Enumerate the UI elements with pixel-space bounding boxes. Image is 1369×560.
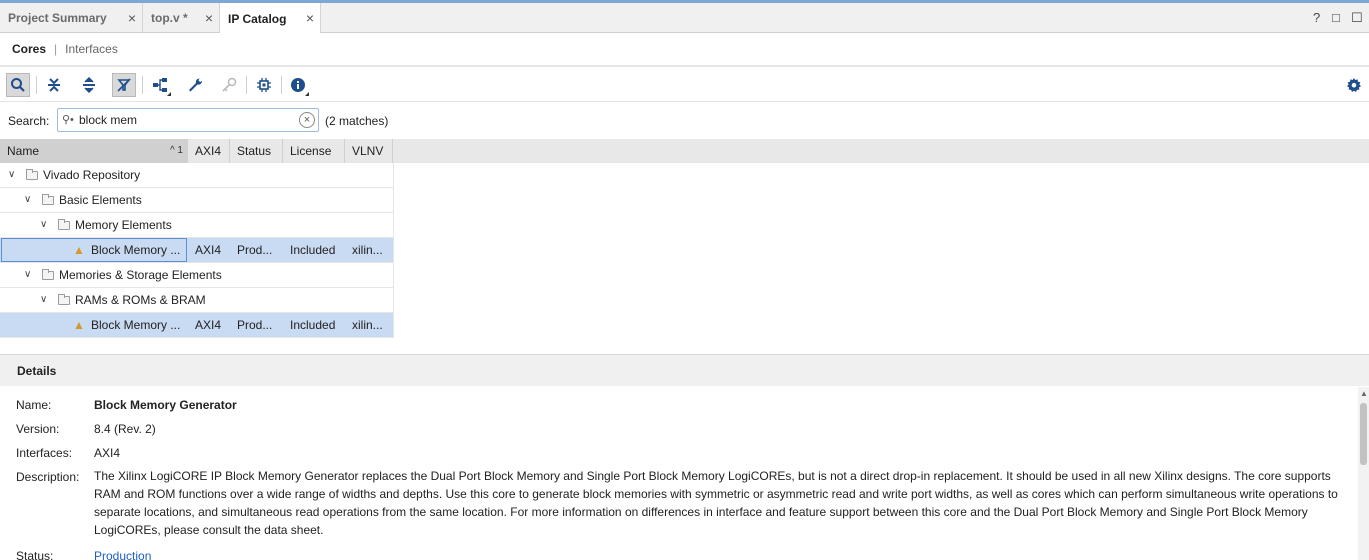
key-icon[interactable] <box>217 73 241 97</box>
editor-tab-bar: Project Summary × top.v * × IP Catalog ×… <box>0 0 1369 34</box>
chevron-down-icon[interactable]: ∨ <box>40 288 47 312</box>
ip-core-icon: ▲ <box>73 243 85 257</box>
tree-label: Memory Elements <box>75 218 172 232</box>
ip-license: Included <box>290 318 336 332</box>
description-value: The Xilinx LogiCORE IP Block Memory Gene… <box>94 469 1338 537</box>
clear-search-icon[interactable]: × <box>299 112 315 128</box>
column-label: Name <box>7 144 40 158</box>
chevron-down-icon[interactable]: ∨ <box>8 163 15 187</box>
tree-row-rams-roms-bram[interactable]: ∨ RAMs & ROMs & BRAM <box>0 288 393 313</box>
folder-icon <box>42 269 54 280</box>
search-input[interactable] <box>79 112 294 128</box>
folder-icon <box>42 194 54 205</box>
column-header-name[interactable]: Name ^ 1 <box>0 139 188 163</box>
table-row[interactable]: ▲ Block Memory ... AXI4 Prod... Included… <box>0 313 393 338</box>
close-icon[interactable]: × <box>205 10 213 26</box>
ip-axi4: AXI4 <box>195 243 222 257</box>
hierarchy-icon[interactable] <box>148 73 172 97</box>
subtab-interfaces[interactable]: Interfaces <box>65 42 118 56</box>
interfaces-label: Interfaces: <box>16 446 73 460</box>
description-label: Description: <box>16 470 80 484</box>
restore-icon[interactable]: □ <box>1332 10 1340 25</box>
folder-icon <box>26 169 38 180</box>
ip-name: Block Memory ... <box>91 318 181 332</box>
tree-row-memory-elements[interactable]: ∨ Memory Elements <box>0 213 393 238</box>
wrench-icon[interactable] <box>183 73 207 97</box>
ip-status: Prod... <box>237 243 273 257</box>
name-label: Name: <box>16 398 52 412</box>
toolbar-separator <box>142 76 143 94</box>
maximize-icon[interactable]: ☐ <box>1351 10 1363 26</box>
tab-project-summary[interactable]: Project Summary × <box>0 3 143 33</box>
search-field[interactable]: ⚲• × <box>57 108 319 132</box>
interfaces-value: AXI4 <box>94 446 121 460</box>
status-link[interactable]: Production <box>94 549 151 560</box>
tree-label: Vivado Repository <box>43 168 141 182</box>
ip-name: Block Memory ... <box>91 243 181 257</box>
toolbar-separator <box>246 76 247 94</box>
ip-status: Prod... <box>237 318 273 332</box>
subtab-cores[interactable]: Cores <box>12 42 46 56</box>
toolbar-separator <box>36 76 37 94</box>
expand-all-icon[interactable] <box>77 73 101 97</box>
ip-vlnv: xilin... <box>352 318 383 332</box>
table-header: Name ^ 1 AXI4 Status License VLNV <box>0 139 1369 163</box>
collapse-all-icon[interactable] <box>42 73 66 97</box>
ip-axi4: AXI4 <box>195 318 222 332</box>
ip-core-icon: ▲ <box>73 318 85 332</box>
search-icon[interactable] <box>6 73 30 97</box>
version-label: Version: <box>16 422 60 436</box>
tree-row-basic-elements[interactable]: ∨ Basic Elements <box>0 188 393 213</box>
tab-label: Project Summary <box>8 11 107 25</box>
close-icon[interactable]: × <box>306 10 314 26</box>
version-value: 8.4 (Rev. 2) <box>94 422 156 436</box>
help-icon[interactable]: ? <box>1313 10 1320 25</box>
details-title: Details <box>17 364 57 378</box>
filter-icon[interactable] <box>112 73 136 97</box>
tree-label: Basic Elements <box>59 193 142 207</box>
tree-row-vivado-repository[interactable]: ∨ Vivado Repository <box>0 163 393 188</box>
tree-label: RAMs & ROMs & BRAM <box>75 293 206 307</box>
toolbar-separator <box>281 76 282 94</box>
details-scrollbar[interactable]: ▲ <box>1358 387 1369 560</box>
subtab-separator: | <box>54 42 58 56</box>
column-header-vlnv[interactable]: VLNV <box>345 139 393 163</box>
tab-label: top.v * <box>151 11 188 25</box>
match-count: (2 matches) <box>325 114 389 128</box>
folder-icon <box>58 294 70 305</box>
sort-ascending-icon: ^ 1 <box>169 145 183 156</box>
chevron-down-icon[interactable]: ∨ <box>24 188 31 212</box>
search-label: Search: <box>8 114 50 128</box>
column-header-status[interactable]: Status <box>230 139 283 163</box>
gear-icon[interactable] <box>1342 73 1366 97</box>
chip-icon[interactable] <box>252 73 276 97</box>
search-row: Search: ⚲• × (2 matches) <box>0 103 1369 139</box>
tree-label: Memories & Storage Elements <box>59 268 222 282</box>
table-row[interactable]: ▲ Block Memory ... AXI4 Prod... Included… <box>0 238 393 263</box>
ip-vlnv: xilin... <box>352 243 383 257</box>
tab-label: IP Catalog <box>228 11 287 26</box>
column-header-axi4[interactable]: AXI4 <box>188 139 230 163</box>
search-options-icon[interactable]: ⚲• <box>62 113 74 126</box>
name-value: Block Memory Generator <box>94 398 237 412</box>
column-header-license[interactable]: License <box>283 139 345 163</box>
ip-license: Included <box>290 243 336 257</box>
table-divider <box>393 163 394 338</box>
scroll-up-icon[interactable]: ▲ <box>1360 389 1368 398</box>
tab-top-v[interactable]: top.v * × <box>143 3 220 33</box>
catalog-toolbar <box>0 68 1369 102</box>
chevron-down-icon[interactable]: ∨ <box>40 213 47 237</box>
folder-icon <box>58 219 70 230</box>
tab-ip-catalog[interactable]: IP Catalog × <box>220 3 321 34</box>
status-label: Status: <box>16 549 54 560</box>
catalog-subtabs: Cores | Interfaces <box>0 33 1369 67</box>
close-icon[interactable]: × <box>128 10 136 26</box>
tree-row-memories-storage[interactable]: ∨ Memories & Storage Elements <box>0 263 393 288</box>
details-header: Details <box>0 354 1369 386</box>
chevron-down-icon[interactable]: ∨ <box>24 263 31 287</box>
info-icon[interactable] <box>286 73 310 97</box>
scrollbar-thumb[interactable] <box>1360 403 1367 465</box>
